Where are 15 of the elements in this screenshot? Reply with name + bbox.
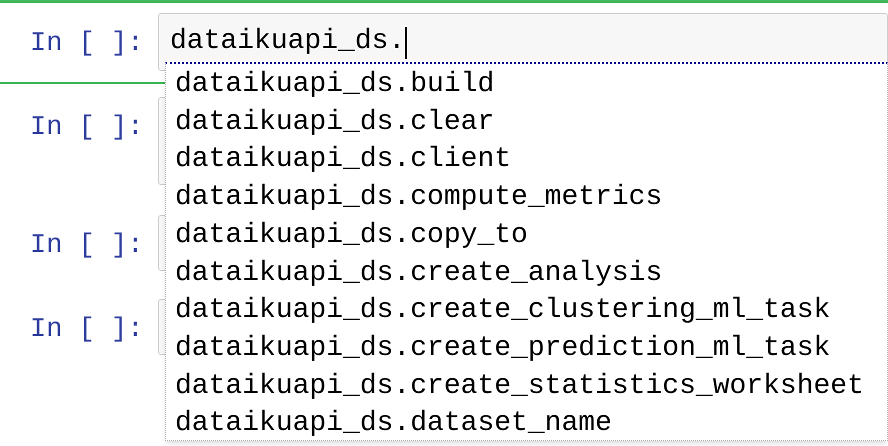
- cell-prompt: In [ ]:: [29, 28, 144, 61]
- completion-item[interactable]: dataikuapi_ds.copy_to: [175, 216, 887, 255]
- completion-item[interactable]: dataikuapi_ds.create_analysis: [175, 254, 887, 292]
- completion-item[interactable]: dataikuapi_ds.create_clustering_ml_task: [175, 292, 887, 330]
- cell-prompt: In [ ]:: [29, 112, 144, 145]
- completion-item[interactable]: dataikuapi_ds.create_statistics_worksheet: [175, 368, 887, 406]
- completion-item[interactable]: dataikuapi_ds.dataset_name: [175, 405, 887, 444]
- completion-item[interactable]: dataikuapi_ds.create_prediction_ml_task: [175, 330, 887, 368]
- cell-prompt: In [ ]:: [29, 230, 144, 263]
- completion-item[interactable]: dataikuapi_ds.compute_metrics: [175, 179, 887, 217]
- completion-item[interactable]: dataikuapi_ds.clear: [175, 104, 887, 142]
- text-cursor-icon: [405, 27, 408, 59]
- code-text: dataikuapi_ds.: [170, 25, 406, 59]
- cell-prompt: In [ ]:: [29, 314, 144, 347]
- completion-item[interactable]: dataikuapi_ds.client: [175, 141, 887, 180]
